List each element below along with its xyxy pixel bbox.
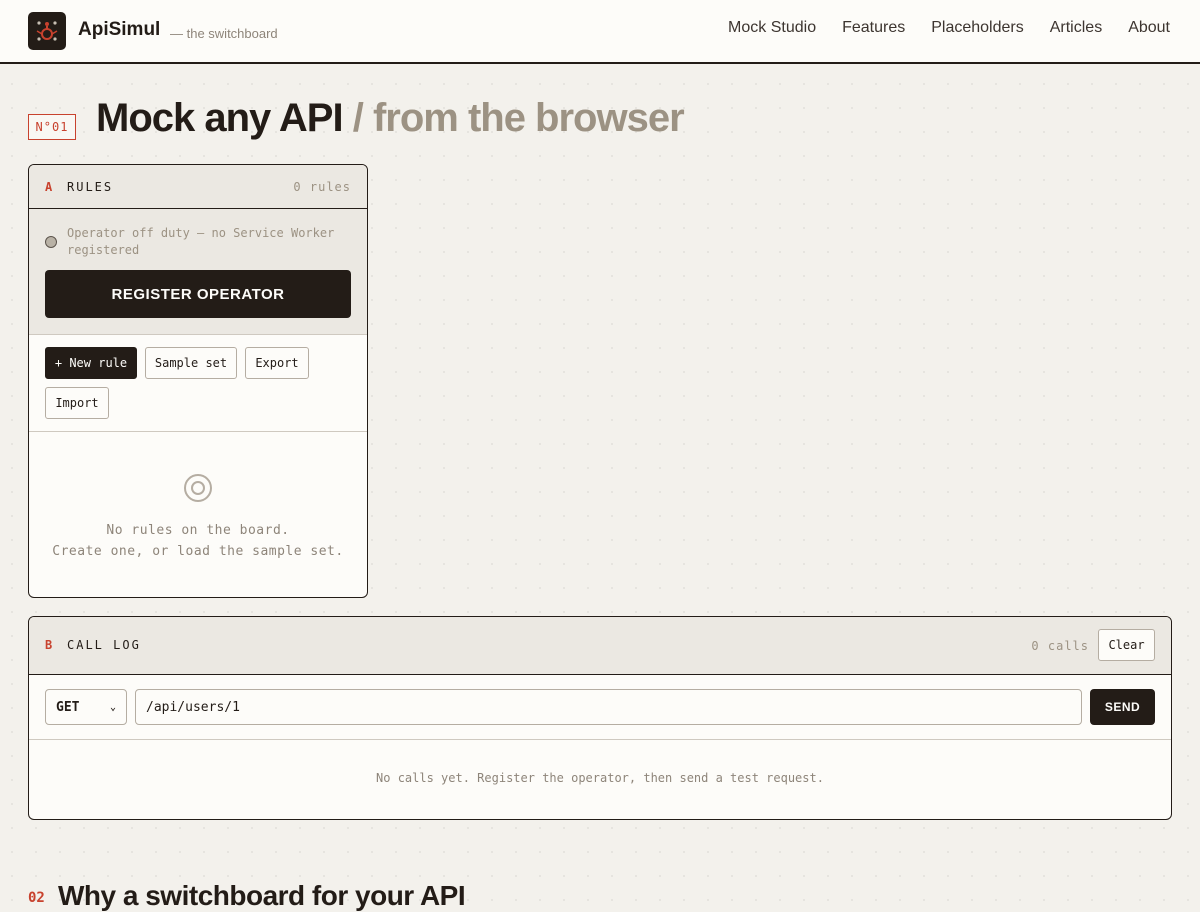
chevron-down-icon: ⌄: [109, 701, 116, 713]
brand-name[interactable]: ApiSimul: [78, 19, 160, 41]
operator-status-text: Operator off duty — no Service Worker re…: [67, 226, 335, 257]
call-log-empty-text: No calls yet. Register the operator, the…: [376, 771, 824, 785]
section-heading: Why a switchboard for your API: [58, 880, 466, 911]
register-operator-button[interactable]: REGISTER OPERATOR: [45, 270, 351, 318]
main-nav: Mock Studio Features Placeholders Articl…: [728, 19, 1170, 37]
test-request-row: GET ⌄ SEND: [29, 675, 1171, 740]
call-log-panel: B CALL LOG 0 calls Clear GET ⌄ SEND No c…: [28, 616, 1172, 820]
switchboard-logo-icon[interactable]: [28, 12, 66, 50]
nav-link-placeholders[interactable]: Placeholders: [931, 19, 1024, 37]
sample-set-button[interactable]: Sample set: [145, 347, 237, 379]
page-title-main: Mock any API: [96, 96, 344, 140]
calls-count: 0 calls: [1031, 639, 1089, 653]
call-log-header: B CALL LOG 0 calls Clear: [29, 617, 1171, 675]
section-number: 02: [28, 890, 45, 906]
clear-log-button[interactable]: Clear: [1098, 629, 1155, 661]
page-title: Mock any API / from the browser: [96, 96, 685, 141]
nav-link-about[interactable]: About: [1128, 19, 1170, 37]
http-method-value: GET: [56, 699, 80, 715]
rules-panel-title: RULES: [67, 180, 114, 194]
request-url-input[interactable]: [135, 689, 1082, 725]
section-number-badge: N°01: [28, 114, 76, 140]
empty-target-icon: [184, 474, 212, 502]
brand-tagline: — the switchboard: [170, 26, 278, 41]
nav-link-mock-studio[interactable]: Mock Studio: [728, 19, 816, 37]
rules-panel: A RULES 0 rules Operator off duty — no S…: [28, 164, 368, 598]
import-button[interactable]: Import: [45, 387, 109, 419]
call-log-letter: B: [45, 638, 53, 652]
status-indicator-icon: [45, 236, 57, 248]
call-log-title: CALL LOG: [67, 638, 141, 652]
rules-empty-state: No rules on the board. Create one, or lo…: [29, 432, 367, 597]
send-request-button[interactable]: SEND: [1090, 689, 1155, 725]
rules-count: 0 rules: [293, 180, 351, 194]
rules-panel-header: A RULES 0 rules: [29, 165, 367, 209]
empty-rules-line-2: Create one, or load the sample set.: [52, 544, 344, 559]
operator-status: Operator off duty — no Service Worker re…: [29, 209, 367, 335]
nav-link-articles[interactable]: Articles: [1050, 19, 1102, 37]
http-method-select[interactable]: GET ⌄: [45, 689, 127, 725]
empty-rules-line-1: No rules on the board.: [106, 523, 290, 538]
top-navigation-bar: ApiSimul — the switchboard Mock Studio F…: [0, 0, 1200, 64]
rules-panel-letter: A: [45, 180, 53, 194]
page-title-suffix: / from the browser: [352, 96, 685, 140]
export-button[interactable]: Export: [245, 347, 309, 379]
rules-toolbar: + New rule Sample set Export Import: [29, 335, 367, 432]
new-rule-button[interactable]: + New rule: [45, 347, 137, 379]
nav-link-features[interactable]: Features: [842, 19, 905, 37]
